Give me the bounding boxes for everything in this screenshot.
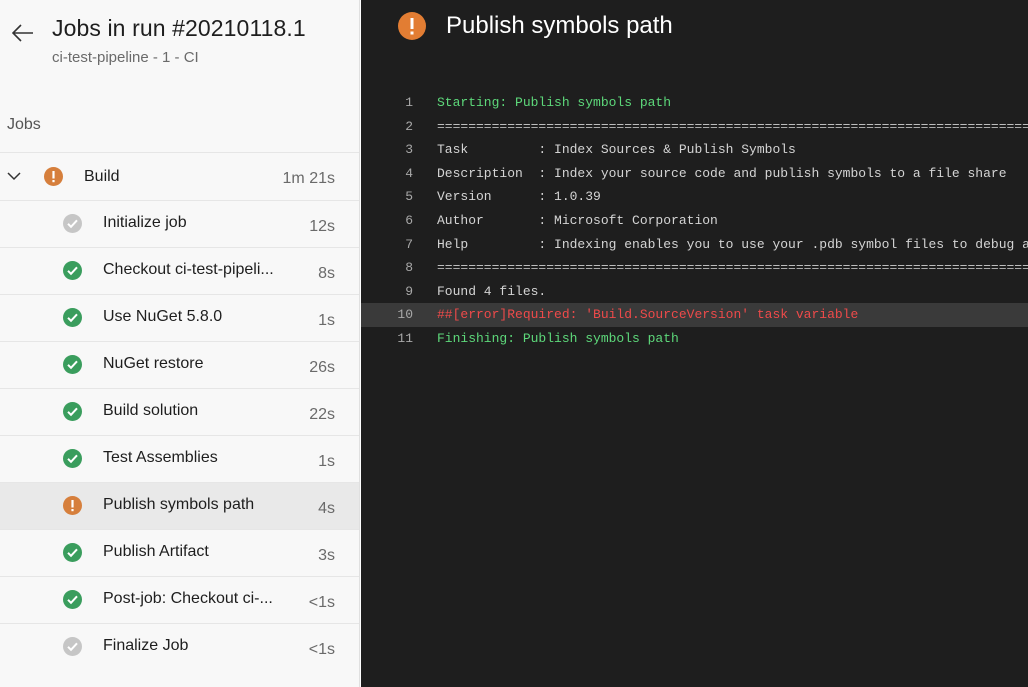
- jobs-section-label: Jobs: [7, 116, 41, 133]
- chevron-down-icon[interactable]: [4, 166, 24, 186]
- log-line: 11 Finishing: Publish symbols path: [361, 327, 1028, 351]
- check-circle-icon: [63, 449, 82, 468]
- check-circle-icon: [63, 355, 82, 374]
- line-number: 3: [405, 142, 413, 158]
- page-title: Jobs in run #20210118.1: [52, 15, 306, 41]
- step-row[interactable]: Build solution 22s: [0, 388, 359, 435]
- step-row[interactable]: Initialize job 12s: [0, 200, 359, 247]
- step-name: Use NuGet 5.8.0: [103, 308, 223, 325]
- log-header: Publish symbols path: [361, 0, 1028, 58]
- step-name: Test Assemblies: [103, 449, 218, 466]
- step-duration: 12s: [309, 218, 335, 235]
- step-duration: 1s: [318, 312, 335, 329]
- step-duration: 8s: [318, 265, 335, 282]
- log-panel: Publish symbols path 1 Starting: Publish …: [361, 0, 1028, 687]
- step-name: Build solution: [103, 402, 199, 419]
- line-number: 6: [405, 212, 413, 228]
- line-number: 1: [405, 95, 413, 110]
- step-row[interactable]: Use NuGet 5.8.0 1s: [0, 294, 359, 341]
- log-line: 5 Version : 1.0.39: [361, 185, 1028, 209]
- log-text: Starting: Publish symbols path: [437, 95, 672, 110]
- step-name: Initialize job: [103, 214, 187, 231]
- log-line: 8 =======================================…: [361, 256, 1028, 280]
- step-duration: 22s: [309, 406, 335, 423]
- steps-list: Initialize job 12s Checkout ci-test-pipeli…: [0, 200, 359, 670]
- step-row[interactable]: Publish symbols path 4s: [0, 482, 359, 529]
- line-number: 9: [405, 283, 413, 299]
- jobs-panel: Jobs in run #20210118.1 ci-test-pipeline…: [0, 0, 360, 687]
- line-number: 5: [405, 189, 413, 205]
- check-circle-icon: [63, 402, 82, 421]
- line-number: 11: [397, 330, 413, 346]
- log-text: ##[error]Required: 'Build.SourceVersion'…: [437, 307, 859, 323]
- log-line: 7 Help : Indexing enables you to use your…: [361, 233, 1028, 257]
- check-circle-icon: [63, 308, 82, 327]
- log-text: ========================================…: [437, 260, 1028, 276]
- step-duration: 1s: [318, 453, 335, 470]
- log-line: 9 Found 4 files.: [361, 280, 1028, 304]
- warning-icon: [63, 496, 82, 515]
- line-number: 7: [405, 236, 413, 252]
- check-circle-icon: [63, 590, 82, 609]
- log-text: Found 4 files.: [437, 283, 547, 299]
- line-number: 8: [405, 260, 413, 276]
- check-circle-icon: [63, 543, 82, 562]
- log-line: 4 Description : Index your source code an…: [361, 162, 1028, 186]
- job-group-duration: 1m 21s: [282, 170, 335, 187]
- log-line: 6 Author : Microsoft Corporation: [361, 209, 1028, 233]
- job-group-name: Build: [84, 168, 120, 185]
- step-duration: <1s: [308, 594, 335, 611]
- step-row[interactable]: Test Assemblies 1s: [0, 435, 359, 482]
- step-name: Finalize Job: [103, 637, 189, 654]
- line-number: 10: [397, 307, 413, 323]
- warning-icon: [44, 167, 63, 186]
- log-text: Description : Index your source code and…: [437, 165, 1007, 181]
- log-line: 3 Task : Index Sources & Publish Symbols: [361, 138, 1028, 162]
- log-output: 1 Starting: Publish symbols path 2 ========…: [361, 91, 1028, 351]
- log-text: ========================================…: [437, 118, 1028, 134]
- log-text: Author : Microsoft Corporation: [437, 212, 718, 228]
- log-text: Task : Index Sources & Publish Symbols: [437, 142, 796, 158]
- arrow-left-icon: [12, 24, 33, 42]
- step-duration: 3s: [318, 547, 335, 564]
- line-number: 4: [405, 165, 413, 181]
- step-row[interactable]: Publish Artifact 3s: [0, 529, 359, 576]
- step-name: Publish symbols path: [103, 496, 255, 513]
- step-name: Publish Artifact: [103, 543, 209, 560]
- back-button[interactable]: [8, 18, 38, 48]
- step-row[interactable]: Checkout ci-test-pipeli... 8s: [0, 247, 359, 294]
- line-number: 2: [405, 118, 413, 134]
- log-title: Publish symbols path: [446, 12, 673, 39]
- check-circle-icon: [63, 214, 82, 233]
- step-duration: <1s: [308, 641, 335, 658]
- log-line: 10 ##[error]Required: 'Build.SourceVersio…: [361, 303, 1028, 327]
- step-name: NuGet restore: [103, 355, 204, 372]
- step-row[interactable]: Finalize Job <1s: [0, 623, 359, 670]
- step-duration: 26s: [309, 359, 335, 376]
- step-duration: 4s: [318, 500, 335, 517]
- step-row[interactable]: Post-job: Checkout ci-... <1s: [0, 576, 359, 623]
- warning-icon: [398, 12, 426, 40]
- job-group-build[interactable]: Build 1m 21s: [0, 153, 359, 200]
- step-row[interactable]: NuGet restore 26s: [0, 341, 359, 388]
- pipeline-subtitle: ci-test-pipeline - 1 - CI: [52, 49, 199, 66]
- log-line: 1 Starting: Publish symbols path: [361, 91, 1028, 115]
- log-text: Help : Indexing enables you to use your …: [437, 236, 1028, 252]
- log-line: 2 =======================================…: [361, 115, 1028, 139]
- step-name: Checkout ci-test-pipeli...: [103, 261, 274, 278]
- check-circle-icon: [63, 637, 82, 656]
- log-text: Finishing: Publish symbols path: [437, 330, 679, 346]
- step-name: Post-job: Checkout ci-...: [103, 590, 273, 607]
- check-circle-icon: [63, 261, 82, 280]
- log-text: Version : 1.0.39: [437, 189, 601, 205]
